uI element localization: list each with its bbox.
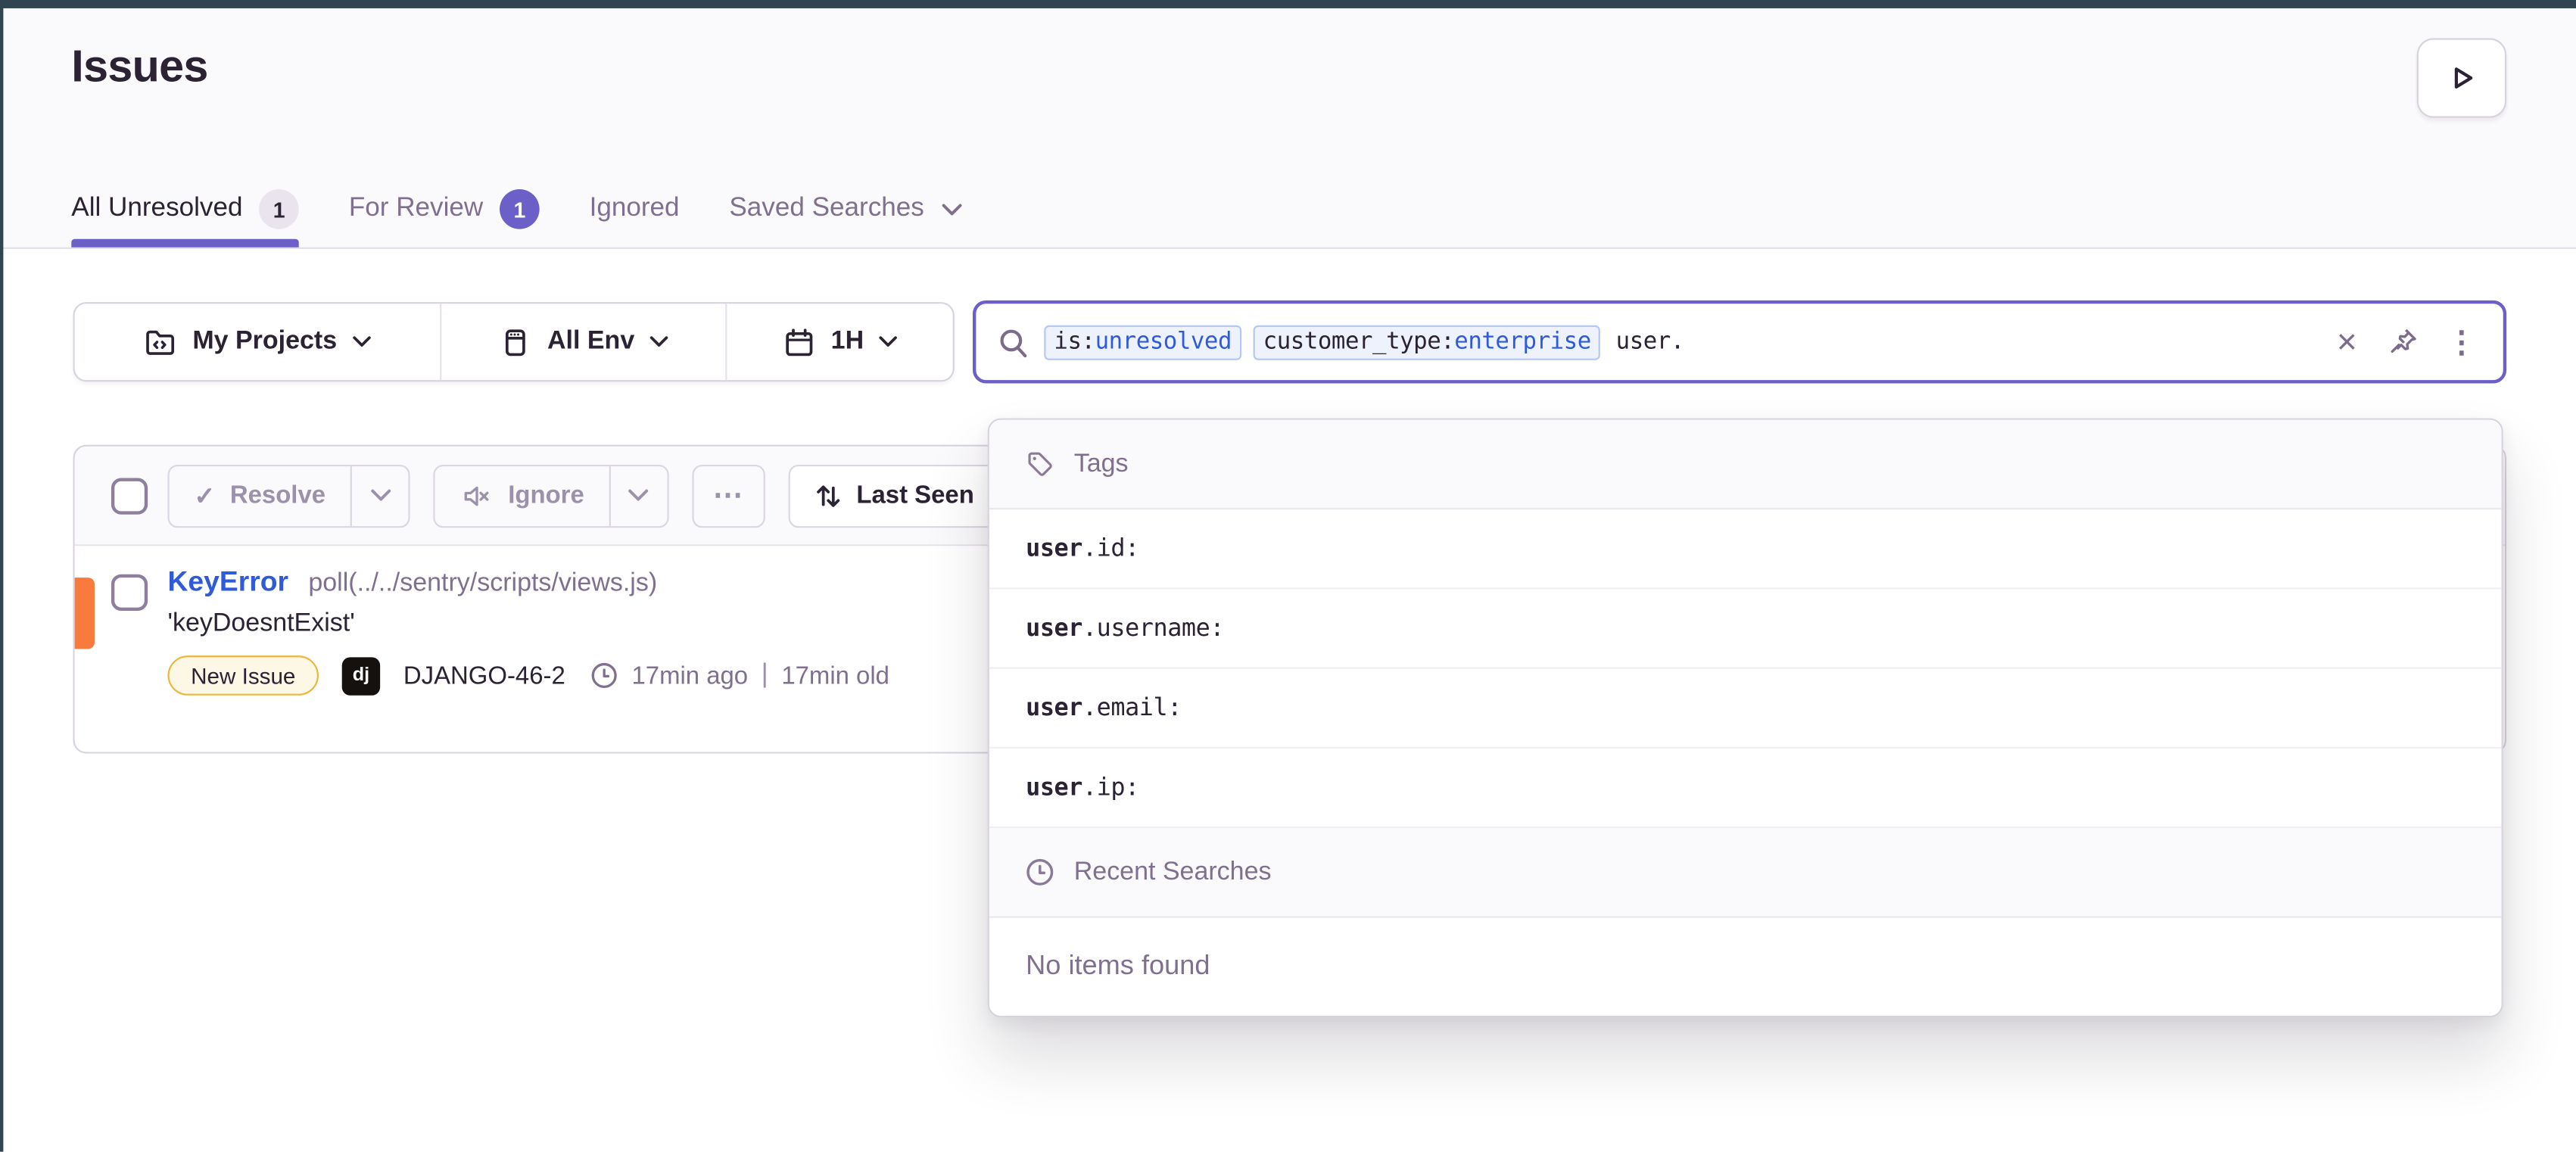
resolve-button-group: ✓ Resolve: [167, 464, 410, 527]
search-typed-text: user.: [1616, 328, 1684, 355]
issue-times: 17min ago | 17min old: [588, 661, 889, 690]
calendar-icon: [781, 325, 816, 360]
tag-suggestion-user-email[interactable]: user.email:: [989, 669, 2502, 749]
project-selector-label: My Projects: [192, 327, 337, 356]
search-menu-kebab-icon[interactable]: ⋮: [2447, 325, 2476, 360]
pin-search-icon[interactable]: [2385, 325, 2419, 359]
tab-count-badge: 1: [259, 189, 299, 229]
resolve-label: Resolve: [230, 481, 326, 509]
search-icon: [998, 326, 1029, 358]
chevron-down-icon: [649, 335, 669, 349]
tab-count-badge: 1: [500, 189, 540, 229]
time-range-label: 1H: [831, 327, 864, 356]
project-selector[interactable]: My Projects: [75, 304, 440, 380]
ellipsis-icon: ⋯: [713, 478, 745, 513]
tab-label: All Unresolved: [71, 195, 242, 224]
clear-search-icon[interactable]: ×: [2337, 325, 2357, 360]
time-separator: |: [762, 661, 768, 690]
resolve-button[interactable]: ✓ Resolve: [170, 465, 350, 525]
issues-page: Issues All Unresolved 1 For Review 1 Ign…: [0, 0, 2576, 1152]
issue-body: KeyError poll(../../sentry/scripts/views…: [167, 566, 889, 696]
token-key: customer_type:: [1263, 328, 1455, 355]
time-range-selector[interactable]: 1H: [725, 304, 952, 380]
environment-selector[interactable]: All Env: [440, 304, 725, 380]
window-top-edge: [0, 0, 2576, 8]
tag-suggestion-user-id[interactable]: user.id:: [989, 509, 2502, 589]
projects-folder-icon: [143, 325, 178, 360]
issue-meta: New Issue dj DJANGO-46-2 17min ago | 17m…: [167, 655, 889, 696]
sort-label: Last Seen: [856, 481, 973, 509]
window-left-edge: [0, 0, 3, 1152]
search-actions: × ⋮: [2337, 325, 2477, 360]
clock-icon: [588, 661, 618, 690]
tag-suggestion-user-username[interactable]: user.username:: [989, 589, 2502, 668]
check-icon: ✓: [195, 481, 216, 510]
issue-time-ago: 17min ago: [631, 662, 748, 690]
recent-searches-section-header: Recent Searches: [989, 828, 2502, 917]
ignore-label: Ignore: [508, 481, 584, 509]
search-autocomplete-dropdown: Tags user.id: user.username: user.email:…: [988, 419, 2503, 1018]
environment-icon: [497, 325, 532, 360]
issue-culprit: poll(../../sentry/scripts/views.js): [308, 569, 657, 599]
issue-short-id: DJANGO-46-2: [403, 662, 565, 690]
search-token-is-unresolved[interactable]: is:unresolved: [1044, 325, 1241, 360]
tag-suggestion-user-ip[interactable]: user.ip:: [989, 749, 2502, 828]
tab-label: Saved Searches: [729, 195, 924, 224]
select-all-checkbox[interactable]: [111, 477, 148, 513]
page-header: Issues All Unresolved 1 For Review 1 Ign…: [0, 0, 2576, 249]
page-title: Issues: [71, 42, 207, 93]
play-icon: [2445, 61, 2478, 95]
token-key: is:: [1054, 328, 1095, 355]
issue-checkbox[interactable]: [111, 574, 148, 611]
environment-selector-label: All Env: [547, 327, 634, 356]
tab-saved-searches[interactable]: Saved Searches: [729, 171, 962, 248]
clock-icon: [1024, 856, 1056, 888]
recent-searches-label: Recent Searches: [1074, 858, 1272, 887]
issue-message: 'keyDoesntExist': [167, 609, 889, 639]
token-value: unresolved: [1095, 328, 1232, 355]
ignore-button-group: Ignore: [434, 464, 669, 527]
issue-search-input[interactable]: is:unresolved customer_type:enterprise u…: [973, 300, 2506, 384]
tags-section-label: Tags: [1074, 449, 1129, 478]
sort-arrows-icon: [813, 481, 843, 510]
resolve-dropdown-button[interactable]: [350, 465, 409, 525]
ignore-button[interactable]: Ignore: [435, 465, 609, 525]
issue-tabs: All Unresolved 1 For Review 1 Ignored Sa…: [71, 171, 962, 248]
no-items-found-message: No items found: [989, 918, 2502, 1016]
tags-section-header: Tags: [989, 420, 2502, 509]
chevron-down-icon: [352, 335, 372, 349]
more-actions-button[interactable]: ⋯: [692, 464, 765, 527]
ignore-dropdown-button[interactable]: [609, 465, 668, 525]
issue-title-link[interactable]: KeyError: [167, 566, 288, 599]
search-tokens: is:unresolved customer_type:enterprise: [1044, 325, 1601, 360]
token-value: enterprise: [1454, 328, 1590, 355]
mute-icon: [460, 479, 494, 512]
page-filter-bar: My Projects All Env: [73, 302, 954, 381]
django-project-icon: dj: [342, 656, 380, 694]
replay-tour-button[interactable]: [2417, 38, 2506, 117]
tab-label: For Review: [349, 195, 483, 224]
tab-for-review[interactable]: For Review 1: [349, 171, 540, 248]
tab-label: Ignored: [590, 195, 680, 224]
tab-ignored[interactable]: Ignored: [590, 171, 680, 248]
chevron-down-icon: [879, 335, 899, 349]
search-token-customer-type[interactable]: customer_type:enterprise: [1254, 325, 1601, 360]
tab-all-unresolved[interactable]: All Unresolved 1: [71, 171, 299, 248]
issue-level-indicator: [75, 578, 95, 649]
tag-icon: [1024, 448, 1056, 480]
chevron-down-icon: [941, 201, 963, 216]
issue-age: 17min old: [781, 662, 889, 690]
new-issue-badge: New Issue: [167, 655, 319, 696]
